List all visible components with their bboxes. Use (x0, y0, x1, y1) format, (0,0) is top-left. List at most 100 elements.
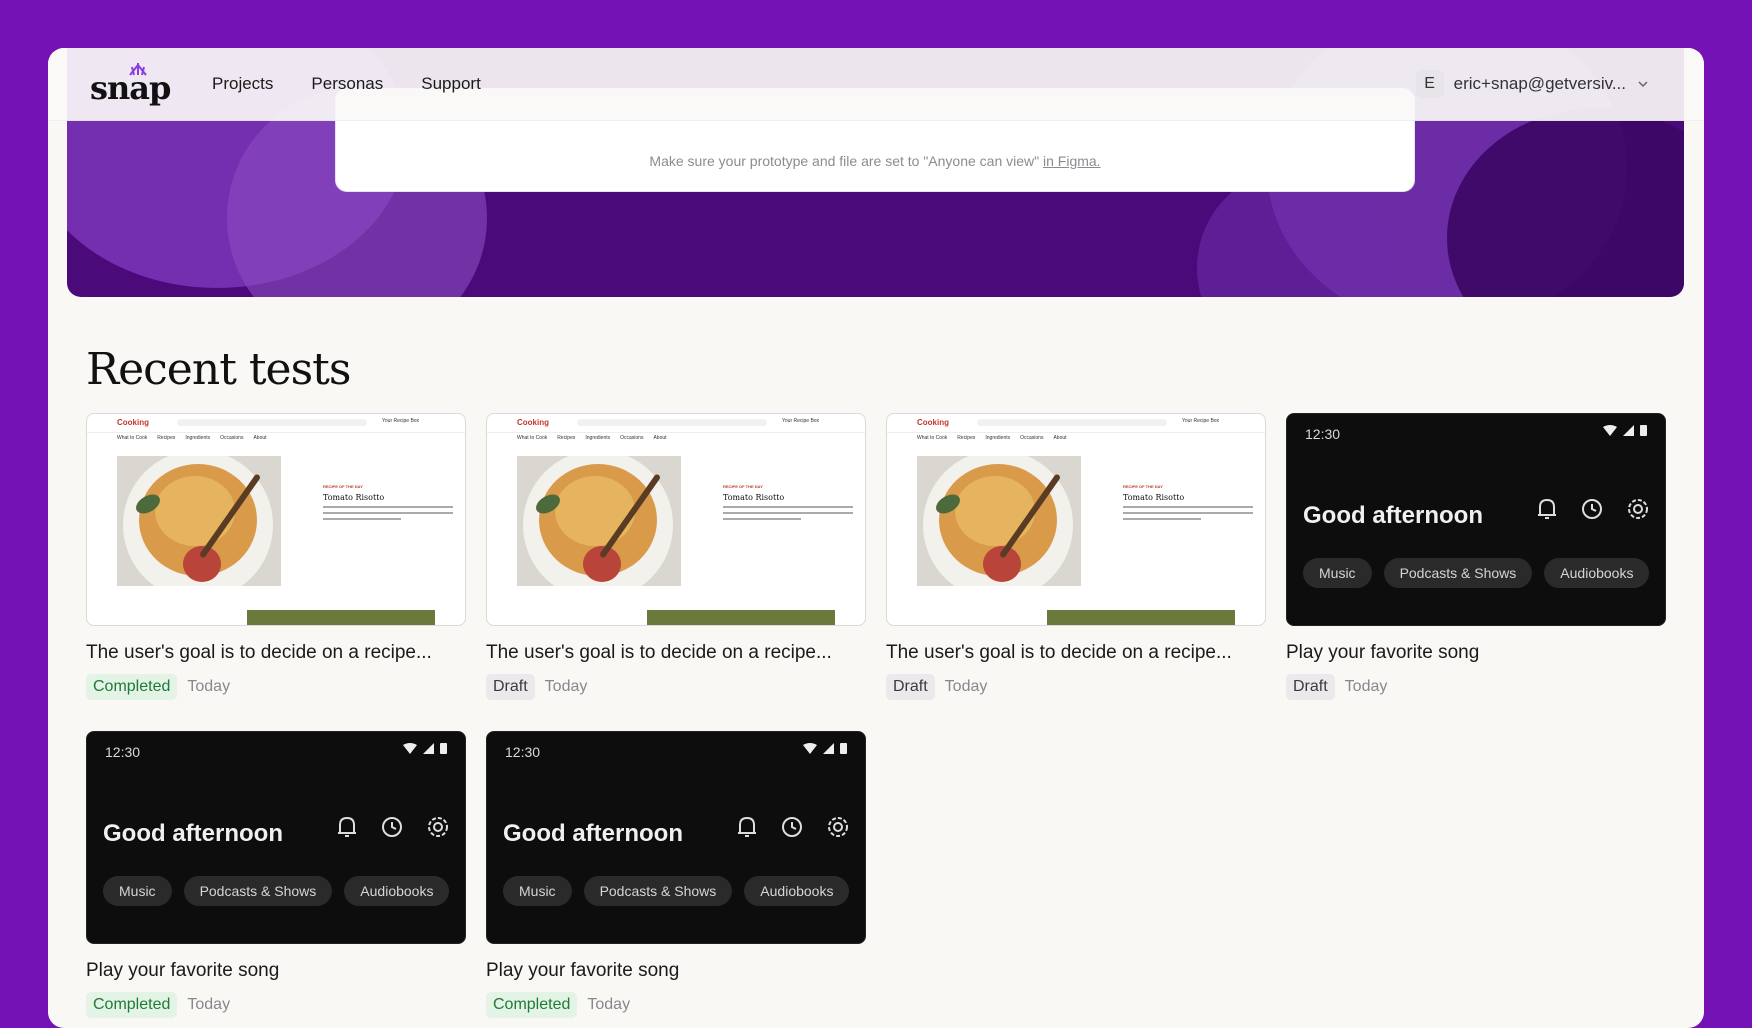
test-card[interactable]: 12:30 Good afternoon Music Podcasts & Sh… (86, 731, 466, 1018)
wifi-icon (1603, 424, 1617, 436)
test-meta: Draft Today (886, 674, 1266, 700)
bell-icon (738, 816, 756, 837)
test-title[interactable]: Play your favorite song (86, 960, 466, 982)
signal-icon (1623, 424, 1634, 436)
nav-projects[interactable]: Projects (212, 74, 273, 94)
thumb-brand: Cooking (517, 418, 549, 427)
thumb-menu: What to Cook Recipes Ingredients Occasio… (917, 435, 1067, 441)
thumb-strip-label (917, 610, 1047, 625)
hero-note-text: Make sure your prototype and file are se… (649, 153, 1040, 169)
test-title[interactable]: The user's goal is to decide on a recipe… (886, 642, 1266, 664)
thumb-menu-item: About (653, 435, 667, 441)
test-thumbnail[interactable]: 12:30 Good afternoon Music Podcasts & Sh… (86, 731, 466, 944)
hero-note: Make sure your prototype and file are se… (336, 153, 1414, 169)
thumb-recipe-box: Your Recipe Box (1182, 418, 1220, 424)
test-card[interactable]: 12:30 Good afternoon Music Podcasts & Sh… (486, 731, 866, 1018)
status-badge: Draft (1286, 674, 1335, 700)
status-badge: Draft (486, 674, 535, 700)
recipe-title: Tomato Risotto (723, 493, 785, 502)
category-chips: Music Podcasts & Shows Audiobooks (503, 876, 850, 906)
thumb-menu-item: Ingredients (185, 435, 211, 441)
nav-support[interactable]: Support (421, 74, 481, 94)
thumb-search (577, 419, 767, 426)
status-time: 12:30 (1305, 426, 1341, 442)
test-meta: Completed Today (486, 992, 866, 1018)
test-title[interactable]: Play your favorite song (1286, 642, 1666, 664)
nav-personas[interactable]: Personas (311, 74, 383, 94)
figma-link[interactable]: in Figma. (1043, 153, 1101, 169)
bell-icon (1538, 498, 1556, 519)
status-icons (803, 742, 847, 754)
thumb-menu-item: Ingredients (585, 435, 611, 441)
chip-music: Music (103, 876, 172, 906)
test-title[interactable]: Play your favorite song (486, 960, 866, 982)
thumb-menu-item: Recipes (557, 435, 576, 441)
thumb-menu-item: What to Cook (117, 435, 148, 441)
status-badge: Completed (486, 992, 578, 1018)
chip-podcasts: Podcasts & Shows (183, 876, 333, 906)
test-date: Today (544, 678, 588, 695)
status-badge: Draft (886, 674, 935, 700)
test-card[interactable]: Cooking Your Recipe Box What to Cook Rec… (886, 413, 1266, 700)
main-nav: Projects Personas Support (212, 48, 519, 120)
bell-icon (338, 816, 356, 837)
test-date: Today (1344, 678, 1388, 695)
thumb-menu-item: Occasions (620, 435, 644, 441)
thumb-menu-item: Ingredients (985, 435, 1011, 441)
test-thumbnail[interactable]: 12:30 Good afternoon Music Podcasts & Sh… (1286, 413, 1666, 626)
recipe-label: RECIPE OF THE DAY (323, 484, 363, 489)
chip-podcasts: Podcasts & Shows (583, 876, 733, 906)
thumb-menu-item: About (253, 435, 267, 441)
header-icons (735, 814, 851, 840)
app-window: Make sure your prototype and file are se… (48, 48, 1704, 1028)
thumb-menu-item: What to Cook (917, 435, 948, 441)
test-thumbnail[interactable]: 12:30 Good afternoon Music Podcasts & Sh… (486, 731, 866, 944)
header-icons (1535, 496, 1651, 522)
history-icon (382, 817, 402, 837)
section-title: Recent tests (86, 344, 351, 395)
thumb-strip-label (517, 610, 647, 625)
test-card[interactable]: Cooking Your Recipe Box What to Cook Rec… (486, 413, 866, 700)
greeting: Good afternoon (103, 820, 283, 847)
recipe-title: Tomato Risotto (1123, 493, 1185, 502)
gear-icon (828, 817, 848, 837)
thumb-recipe-box: Your Recipe Box (382, 418, 420, 424)
thumb-strip-label (117, 610, 247, 625)
chip-audiobooks: Audiobooks (344, 876, 450, 906)
signal-icon (423, 742, 434, 754)
status-badge: Completed (86, 674, 178, 700)
chip-audiobooks: Audiobooks (744, 876, 850, 906)
test-meta: Completed Today (86, 992, 466, 1018)
test-card[interactable]: 12:30 Good afternoon Music Podcasts & Sh… (1286, 413, 1666, 700)
snap-logo[interactable]: snap (90, 63, 174, 106)
battery-icon (440, 743, 447, 754)
test-date: Today (587, 996, 631, 1013)
test-thumbnail[interactable]: Cooking Your Recipe Box What to Cook Rec… (486, 413, 866, 626)
test-date: Today (944, 678, 988, 695)
recipe-text: RECIPE OF THE DAY Tomato Risotto (1123, 484, 1253, 520)
recipe-label: RECIPE OF THE DAY (1123, 484, 1163, 489)
account-menu[interactable]: E eric+snap@getversiv... (1415, 68, 1650, 100)
test-title[interactable]: The user's goal is to decide on a recipe… (86, 642, 466, 664)
test-thumbnail[interactable]: Cooking Your Recipe Box What to Cook Rec… (86, 413, 466, 626)
test-title[interactable]: The user's goal is to decide on a recipe… (486, 642, 866, 664)
thumb-search (977, 419, 1167, 426)
status-badge: Completed (86, 992, 178, 1018)
thumb-menu: What to Cook Recipes Ingredients Occasio… (117, 435, 267, 441)
thumb-menu-item: Occasions (1020, 435, 1044, 441)
thumb-menu-item: About (1053, 435, 1067, 441)
status-time: 12:30 (105, 744, 141, 760)
gear-icon (428, 817, 448, 837)
test-thumbnail[interactable]: Cooking Your Recipe Box What to Cook Rec… (886, 413, 1266, 626)
thumb-recipe-box: Your Recipe Box (782, 418, 820, 424)
chip-music: Music (1303, 558, 1372, 588)
history-icon (1582, 499, 1602, 519)
wifi-icon (803, 742, 817, 754)
test-card[interactable]: Cooking Your Recipe Box What to Cook Rec… (86, 413, 466, 700)
chevron-down-icon (1638, 81, 1648, 88)
chip-podcasts: Podcasts & Shows (1383, 558, 1533, 588)
risotto-photo (517, 456, 681, 586)
greeting: Good afternoon (503, 820, 683, 847)
recipe-text: RECIPE OF THE DAY Tomato Risotto (723, 484, 853, 520)
gear-icon (1628, 499, 1648, 519)
